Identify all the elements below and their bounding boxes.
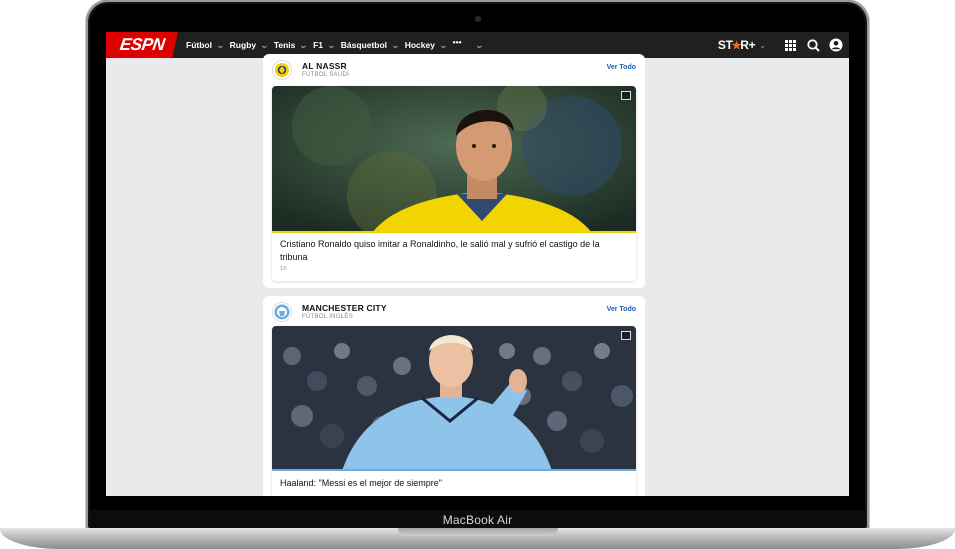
more-icon: ••• [452, 37, 462, 47]
nav-item-label: Hockey [404, 40, 435, 50]
nav-item-label: Básquetbol [340, 40, 388, 50]
league-name: FÚTBOL SAUDÍ [302, 72, 350, 78]
star-plus-text: ST [717, 38, 733, 52]
card-header: AL NASSR FÚTBOL SAUDÍ Ver Todo [272, 60, 636, 82]
see-all-link[interactable]: Ver Todo [607, 64, 636, 71]
nav-item-more[interactable]: ••• ⌄ [452, 37, 484, 50]
team-name[interactable]: AL NASSR [302, 61, 347, 71]
espn-logo-text: ESPN [118, 35, 166, 54]
gallery-icon [621, 331, 631, 340]
team-card-al-nassr: AL NASSR FÚTBOL SAUDÍ Ver Todo Cristiano… [263, 54, 645, 288]
chevron-down-icon: ⌄ [438, 40, 448, 50]
chevron-down-icon: ⌄ [299, 40, 309, 50]
nav-menu: Fútbol ⌄ Rugby ⌄ Tenis ⌄ F1 ⌄ Básquetbol ⌄ Ho… [186, 37, 488, 50]
nav-item-tenis[interactable]: Tenis ⌄ [273, 40, 309, 50]
star-plus-text: R+ [740, 38, 756, 52]
camera-icon [475, 16, 481, 22]
nav-item-label: Rugby [229, 40, 257, 50]
screen: ESPN Fútbol ⌄ Rugby ⌄ Tenis ⌄ F1 ⌄ Básquetbo… [106, 32, 849, 496]
nav-item-label: Tenis [273, 40, 296, 50]
accent-stripe [272, 231, 636, 233]
chevron-down-icon: ⌄ [215, 40, 225, 50]
nav-item-basquetbol[interactable]: Básquetbol ⌄ [340, 40, 400, 50]
nav-right: ST ★ R+ ⌄ [718, 32, 843, 58]
story-time: 1h [280, 266, 287, 272]
account-icon[interactable] [829, 38, 843, 52]
star-plus-logo[interactable]: ST ★ R+ [717, 38, 756, 52]
search-icon[interactable] [806, 38, 820, 52]
story-card[interactable]: Cristiano Ronaldo quiso imitar a Ronaldi… [272, 86, 636, 281]
nav-item-f1[interactable]: F1 ⌄ [313, 40, 336, 50]
league-name: FÚTBOL INGLÉS [302, 314, 354, 320]
gallery-icon [621, 91, 631, 100]
chevron-down-icon: ⌄ [474, 40, 484, 50]
nav-item-label: Fútbol [186, 40, 212, 50]
manchester-city-logo-icon[interactable] [272, 302, 292, 322]
accent-stripe [272, 469, 636, 471]
chevron-down-icon: ⌄ [391, 40, 400, 50]
story-image[interactable] [272, 326, 636, 471]
team-card-manchester-city: MANCHESTER CITY FÚTBOL INGLÉS Ver Todo H… [263, 296, 645, 496]
story-headline[interactable]: Cristiano Ronaldo quiso imitar a Ronaldi… [280, 238, 628, 263]
nav-item-hockey[interactable]: Hockey ⌄ [404, 40, 448, 50]
al-nassr-logo-icon[interactable] [272, 60, 292, 80]
espn-logo[interactable]: ESPN [106, 32, 178, 58]
apps-grid-icon[interactable] [783, 38, 797, 52]
story-card[interactable]: Haaland: "Messi es el mejor de siempre" … [272, 326, 636, 496]
story-headline[interactable]: Haaland: "Messi es el mejor de siempre" [280, 477, 628, 490]
nav-item-futbol[interactable]: Fútbol ⌄ [186, 40, 225, 50]
chevron-down-icon[interactable]: ⌄ [759, 41, 766, 50]
laptop-notch [398, 528, 558, 536]
card-header: MANCHESTER CITY FÚTBOL INGLÉS Ver Todo [272, 302, 636, 324]
nav-item-label: F1 [313, 40, 324, 50]
see-all-link[interactable]: Ver Todo [607, 306, 636, 313]
nav-item-rugby[interactable]: Rugby ⌄ [229, 40, 269, 50]
chevron-down-icon: ⌄ [260, 40, 269, 50]
chevron-down-icon: ⌄ [327, 40, 336, 50]
story-image[interactable] [272, 86, 636, 233]
device-label: MacBook Air [442, 513, 513, 527]
team-name[interactable]: MANCHESTER CITY [302, 303, 387, 313]
